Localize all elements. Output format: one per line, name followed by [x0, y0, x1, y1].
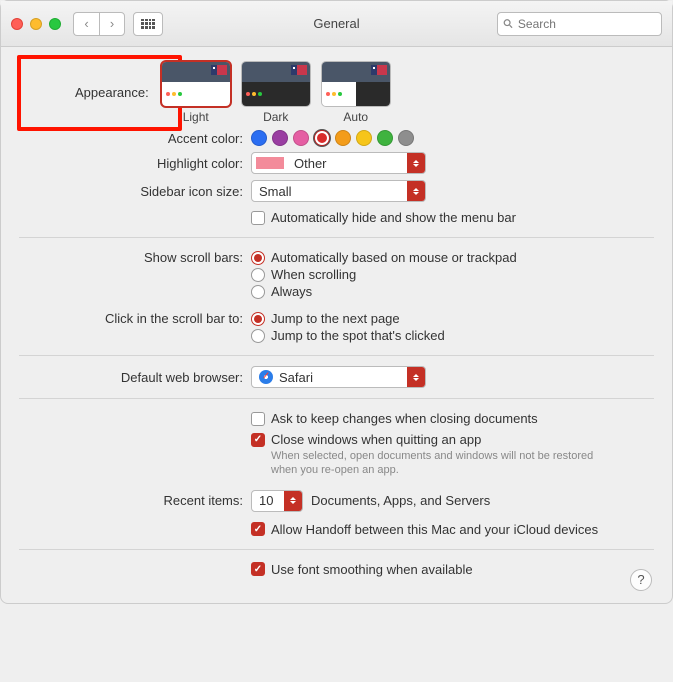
- radio-icon: [251, 329, 265, 343]
- radio-icon: [251, 285, 265, 299]
- zoom-window-button[interactable]: [49, 18, 61, 30]
- recent-items-select[interactable]: 10: [251, 490, 303, 512]
- radio-icon: [251, 268, 265, 282]
- accent-color-swatches: [251, 130, 414, 146]
- show-all-button[interactable]: [133, 12, 163, 36]
- accent-color-swatch[interactable]: [314, 130, 330, 146]
- chevron-updown-icon: [407, 367, 425, 387]
- sidebar-icon-size-label: Sidebar icon size:: [19, 184, 251, 199]
- window-controls: [11, 18, 61, 30]
- safari-icon: [259, 370, 273, 384]
- accent-color-swatch[interactable]: [377, 130, 393, 146]
- default-browser-select[interactable]: Safari: [251, 366, 426, 388]
- general-preferences-window: ‹ › General Appearance:: [0, 0, 673, 604]
- accent-color-swatch[interactable]: [272, 130, 288, 146]
- radio-icon: [251, 251, 265, 265]
- scroll-bars-label: Show scroll bars:: [19, 248, 251, 265]
- chevron-updown-icon: [407, 181, 425, 201]
- default-browser-label: Default web browser:: [19, 370, 251, 385]
- scrollclick-option[interactable]: Jump to the spot that's clicked: [251, 328, 445, 343]
- autohide-menubar-checkbox[interactable]: Automatically hide and show the menu bar: [251, 210, 516, 225]
- minimize-window-button[interactable]: [30, 18, 42, 30]
- content-area: Appearance: Light Dark Auto: [1, 47, 672, 603]
- checkbox-icon: [251, 211, 265, 225]
- accent-color-swatch[interactable]: [356, 130, 372, 146]
- nav-buttons: ‹ ›: [73, 12, 125, 36]
- recent-items-suffix: Documents, Apps, and Servers: [311, 493, 490, 508]
- font-smoothing-checkbox[interactable]: Use font smoothing when available: [251, 562, 473, 577]
- checkbox-icon: [251, 522, 265, 536]
- chevron-updown-icon: [407, 153, 425, 173]
- divider: [19, 355, 654, 356]
- divider: [19, 398, 654, 399]
- close-window-button[interactable]: [11, 18, 23, 30]
- divider: [19, 237, 654, 238]
- appearance-option-auto[interactable]: Auto: [321, 61, 391, 124]
- search-field-wrap[interactable]: [497, 12, 662, 36]
- search-input[interactable]: [518, 17, 656, 31]
- ask-keep-changes-checkbox[interactable]: Ask to keep changes when closing documen…: [251, 411, 538, 426]
- close-windows-checkbox[interactable]: Close windows when quitting an app: [251, 432, 601, 447]
- sidebar-icon-size-select[interactable]: Small: [251, 180, 426, 202]
- checkbox-icon: [251, 412, 265, 426]
- scrollclick-option[interactable]: Jump to the next page: [251, 311, 445, 326]
- scroll-click-label: Click in the scroll bar to:: [19, 309, 251, 326]
- chevron-updown-icon: [284, 491, 302, 511]
- back-button[interactable]: ‹: [73, 12, 99, 36]
- appearance-option-light[interactable]: Light: [161, 61, 231, 124]
- scrollbars-option[interactable]: Always: [251, 284, 517, 299]
- highlight-color-select[interactable]: Other: [251, 152, 426, 174]
- accent-color-swatch[interactable]: [398, 130, 414, 146]
- appearance-option-dark[interactable]: Dark: [241, 61, 311, 124]
- highlight-color-swatch: [256, 157, 284, 169]
- accent-color-label: Accent color:: [19, 131, 251, 146]
- divider: [19, 549, 654, 550]
- close-windows-description: When selected, open documents and window…: [271, 449, 601, 478]
- recent-items-label: Recent items:: [19, 493, 251, 508]
- search-icon: [503, 18, 513, 29]
- radio-icon: [251, 312, 265, 326]
- checkbox-icon: [251, 562, 265, 576]
- scrollbars-option[interactable]: Automatically based on mouse or trackpad: [251, 250, 517, 265]
- forward-button[interactable]: ›: [99, 12, 125, 36]
- appearance-label: Appearance:: [19, 85, 157, 100]
- handoff-checkbox[interactable]: Allow Handoff between this Mac and your …: [251, 522, 598, 537]
- scrollbars-option[interactable]: When scrolling: [251, 267, 517, 282]
- accent-color-swatch[interactable]: [335, 130, 351, 146]
- help-button[interactable]: ?: [630, 569, 652, 591]
- accent-color-swatch[interactable]: [293, 130, 309, 146]
- grid-icon: [141, 19, 155, 29]
- highlight-color-label: Highlight color:: [19, 156, 251, 171]
- checkbox-icon: [251, 433, 265, 447]
- titlebar: ‹ › General: [1, 1, 672, 47]
- accent-color-swatch[interactable]: [251, 130, 267, 146]
